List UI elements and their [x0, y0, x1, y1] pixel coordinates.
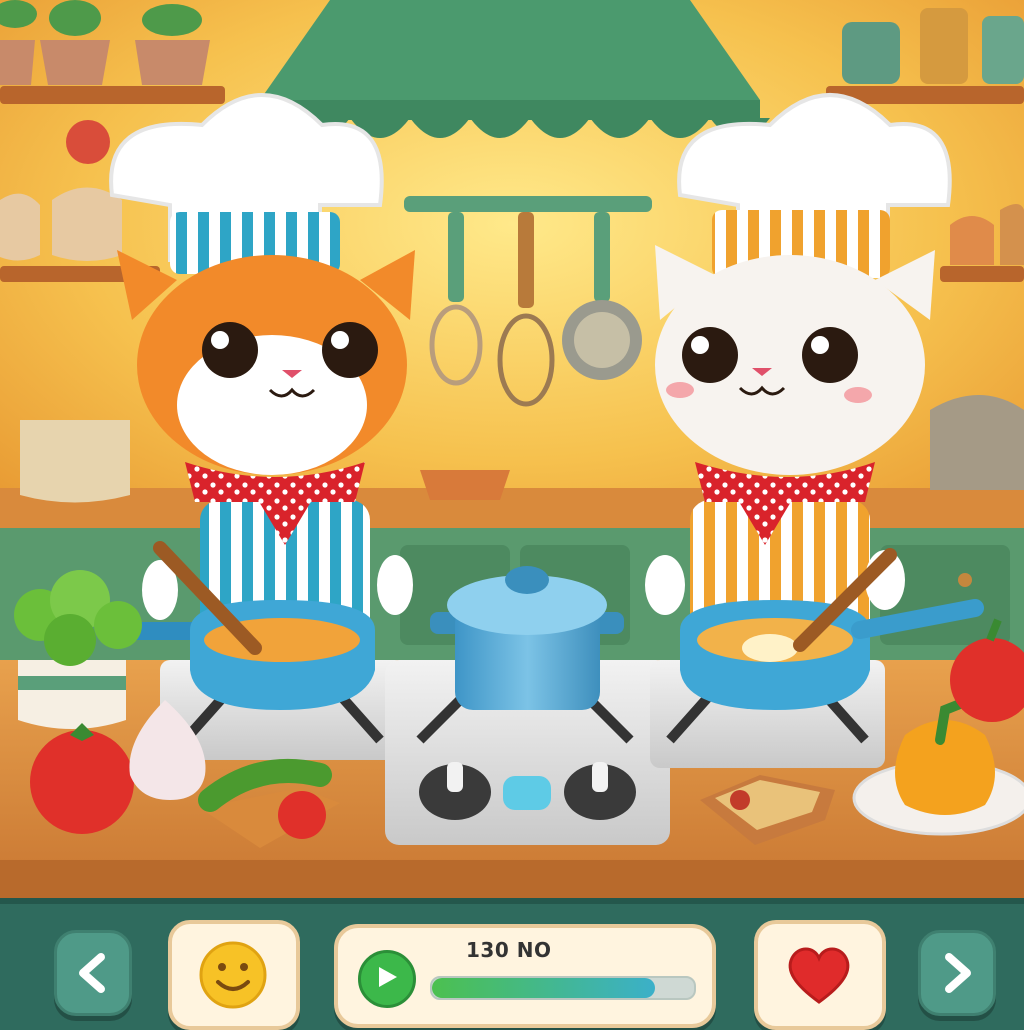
chevron-right-icon	[945, 953, 971, 993]
play-icon	[379, 967, 397, 987]
orange-cat-chef	[109, 93, 415, 650]
happy-emoji-button[interactable]	[168, 920, 300, 1030]
cooking-progress-panel: 130 NO	[334, 924, 716, 1028]
game-hud-bar: 130 NO	[0, 898, 1024, 1030]
progress-bar	[430, 976, 696, 1000]
score-label: 130 NO	[466, 938, 552, 962]
prev-button[interactable]	[54, 930, 132, 1016]
smiley-face-icon	[199, 941, 267, 1009]
chevron-left-icon	[79, 953, 105, 993]
play-button[interactable]	[358, 950, 416, 1008]
heart-button[interactable]	[754, 920, 886, 1030]
back-counter	[0, 488, 1024, 528]
heart-icon	[788, 947, 850, 1004]
green-awning	[260, 0, 770, 138]
progress-bar-fill	[432, 978, 655, 998]
kitchen-scene	[0, 0, 1024, 900]
next-button[interactable]	[918, 930, 996, 1016]
stove-knob-center[interactable]	[503, 776, 551, 810]
